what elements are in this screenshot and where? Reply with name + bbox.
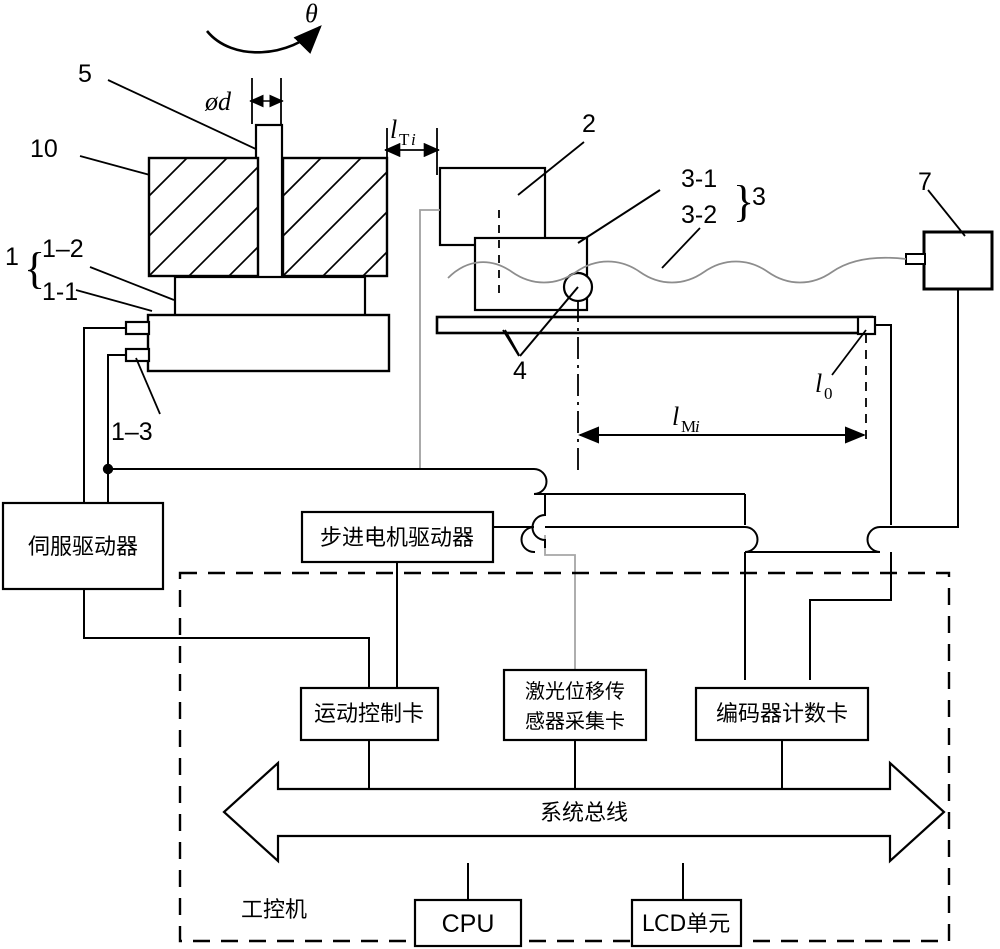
l0-label: l 0	[815, 369, 833, 403]
wire-card-to-bus	[368, 740, 783, 790]
callout-7: 7	[918, 168, 932, 196]
linear-guide-rail	[435, 315, 877, 336]
label-stepper-driver: 步进电机驱动器	[320, 526, 474, 551]
wire-bus-main-horizontal	[545, 526, 891, 553]
callout-3-brace: }	[733, 177, 754, 226]
callout-3: 3	[752, 183, 766, 211]
workpiece-shaft-5	[254, 123, 284, 280]
svg-text:0: 0	[824, 384, 833, 403]
label-motion-control-card: 运动控制卡	[314, 702, 424, 727]
callout-3-1: 3-1	[681, 165, 717, 193]
theta-rotation-arrow	[205, 25, 322, 54]
wire-servo-to-motion-card	[83, 589, 370, 688]
leader-line-3-1	[577, 189, 661, 244]
leader-line-1-1	[75, 289, 153, 312]
callout-4: 4	[513, 357, 527, 385]
label-laser-sensor-card-line2: 感器采集卡	[525, 709, 625, 733]
label-system-bus: 系统总线	[540, 801, 628, 826]
svg-text:i: i	[695, 417, 700, 436]
callout-5: 5	[78, 60, 92, 88]
label-lcd-unit: LCD单元	[642, 912, 731, 937]
lti-label: l T i	[390, 115, 416, 149]
scale-end-wire	[875, 324, 892, 525]
svg-text:T: T	[399, 130, 410, 149]
svg-text:M: M	[681, 417, 696, 436]
svg-text:i: i	[411, 130, 416, 149]
label-industrial-pc: 工控机	[241, 898, 307, 923]
diameter-dimension	[249, 78, 284, 124]
label-encoder-counter-card: 编码器计数卡	[716, 702, 848, 727]
schematic-svg: θ 5 10 ød l T i 1 { 1–2 1-1 1–3 2 3-1 3-…	[1, 0, 994, 948]
leader-line-7	[927, 189, 966, 237]
callout-1: 1	[5, 243, 19, 271]
figure-canvas: θ 5 10 ød l T i 1 { 1–2 1-1 1–3 2 3-1 3-…	[0, 0, 1000, 949]
callout-1-1: 1-1	[42, 278, 78, 306]
callout-1-2: 1–2	[42, 235, 84, 263]
wire-vertical-545	[531, 494, 546, 548]
servo-motor-1-1	[124, 313, 391, 373]
rotary-table-1-2	[173, 275, 367, 321]
svg-text:l: l	[390, 115, 397, 144]
sensor-signal-wire-lower	[544, 535, 576, 680]
callout-1-3: 1–3	[111, 418, 153, 446]
rotary-encoder-7	[905, 230, 994, 291]
theta-label: θ	[305, 0, 318, 28]
industrial-pc-enclosure	[178, 571, 951, 943]
label-laser-sensor-card-line1: 激光位移传	[525, 679, 625, 703]
motor-power-wires	[83, 327, 126, 503]
svg-text:l: l	[815, 369, 822, 398]
lmi-label: l M i	[672, 402, 700, 436]
wire-encoder-to-bus	[891, 495, 959, 528]
sensor-signal-wire	[419, 209, 440, 470]
callout-3-2: 3-2	[681, 201, 717, 229]
leader-line-5	[107, 79, 259, 151]
callout-10: 10	[30, 135, 58, 163]
svg-text:l: l	[672, 402, 679, 431]
leader-line-3-2	[661, 227, 701, 269]
wire-bus-to-cpu	[467, 863, 684, 900]
label-cpu: CPU	[442, 910, 495, 938]
leader-line-l0	[831, 329, 867, 376]
leader-line-10	[79, 155, 151, 176]
callout-2: 2	[582, 110, 596, 138]
wire-vertical-891-down	[809, 552, 892, 680]
diameter-label: ød	[204, 87, 232, 116]
label-servo-driver: 伺服驱动器	[28, 535, 138, 560]
wire-bus-lower	[493, 526, 535, 553]
